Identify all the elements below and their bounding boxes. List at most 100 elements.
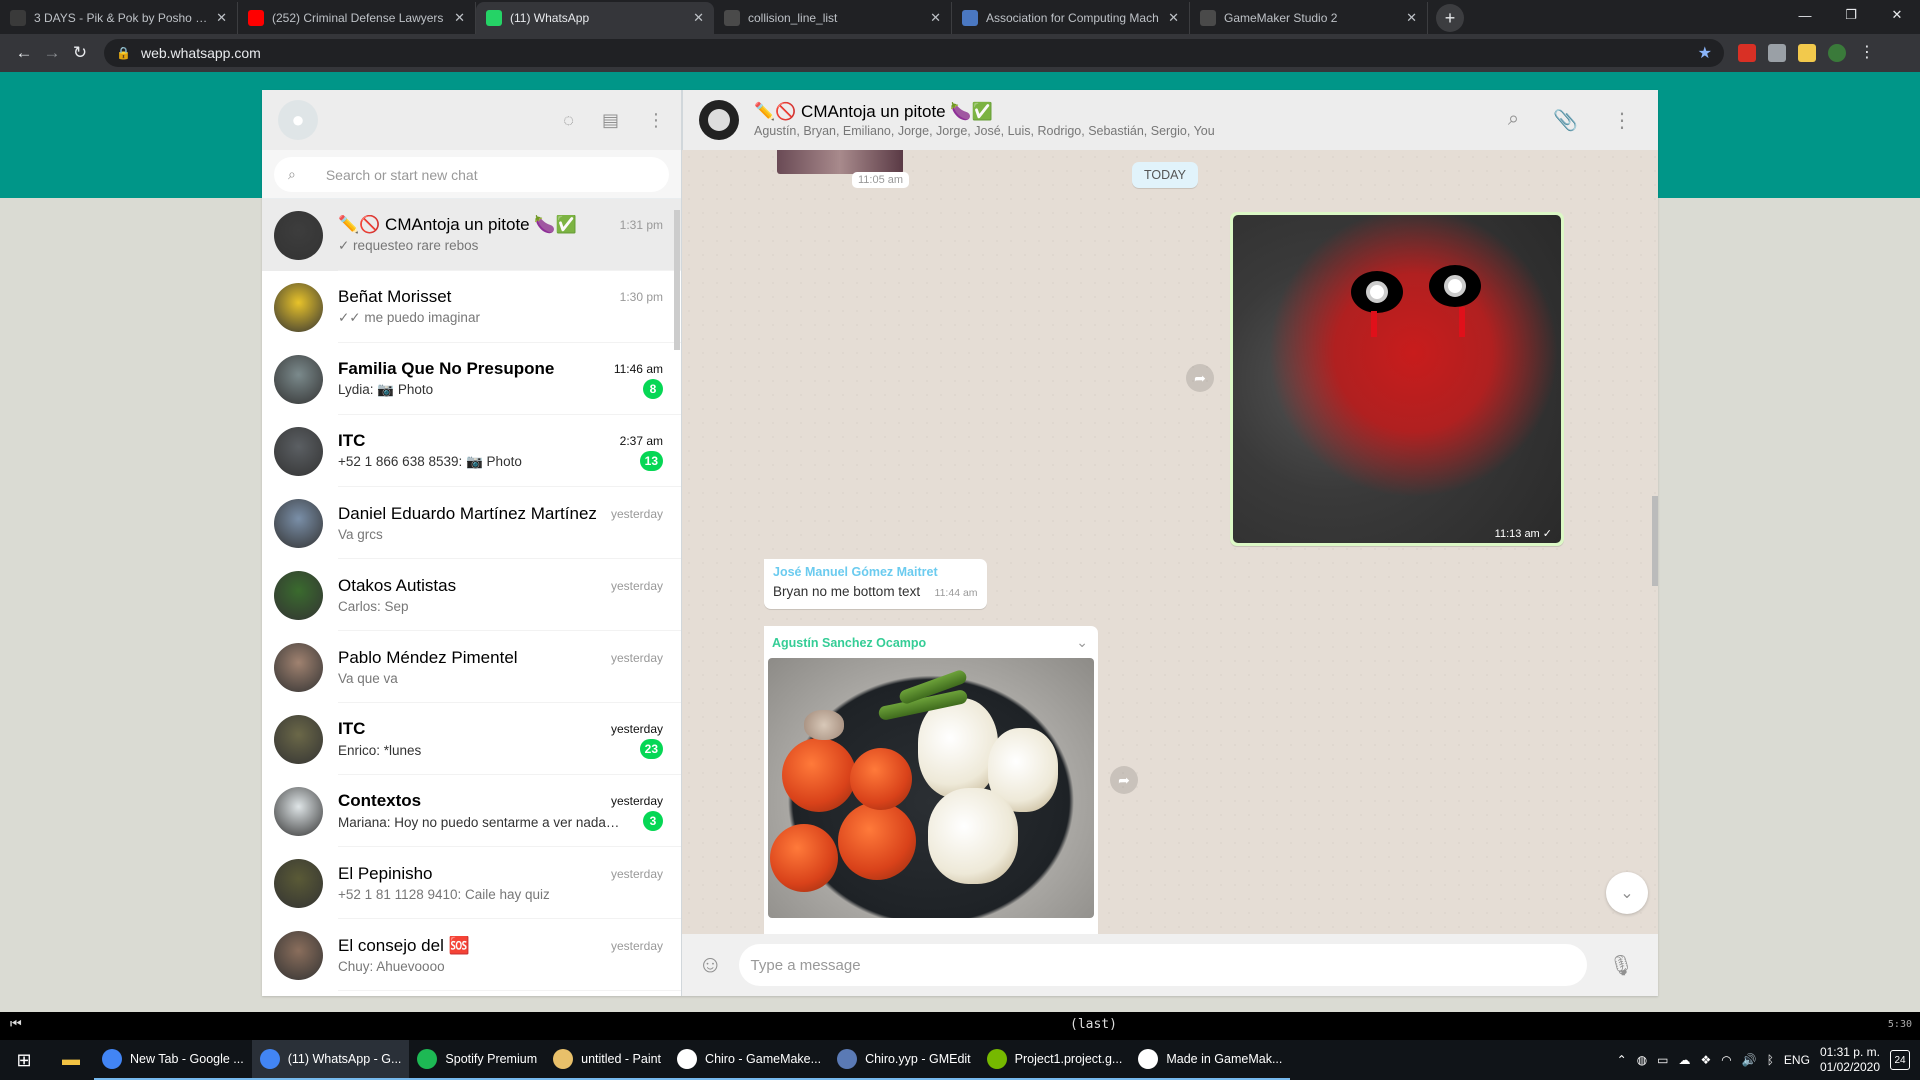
bookmark-star-icon[interactable]: ★ xyxy=(1698,43,1712,63)
my-avatar[interactable]: ● xyxy=(278,100,318,140)
chat-time: yesterday xyxy=(610,650,663,665)
tray-overflow-icon[interactable]: ⌃ xyxy=(1617,1053,1627,1067)
back-icon[interactable]: ← xyxy=(10,43,38,63)
chat-list-item[interactable]: Familia Que No Presupone 11:46 am Lydia: 📷… xyxy=(262,343,681,415)
clock[interactable]: 01:31 p. m. 01/02/2020 xyxy=(1820,1045,1880,1075)
browser-tab[interactable]: collision_line_list ✕ xyxy=(714,2,952,34)
taskbar-app-button[interactable]: Chiro - GameMake... xyxy=(669,1040,830,1080)
chat-sidebar: ● ◌ ▤ ⋮ ⌕ Search or start new chat ✏️🚫 C… xyxy=(262,90,682,996)
player-label: (last) xyxy=(1070,1017,1117,1032)
chat-item-row: El Pepinisho yesterday xyxy=(338,864,663,884)
pocket-extension-icon[interactable] xyxy=(1768,44,1786,62)
forward-icon[interactable]: ➦ xyxy=(1186,364,1214,392)
dropbox-icon[interactable]: ❖ xyxy=(1701,1053,1712,1067)
chat-list-item[interactable]: ITC 2:37 am +52 1 866 638 8539: 📷 Photo 13 xyxy=(262,415,681,487)
partial-image-message[interactable] xyxy=(777,150,903,174)
attach-icon[interactable]: 📎 xyxy=(1553,108,1578,133)
browser-menu-icon[interactable]: ⋮ xyxy=(1858,44,1876,62)
chevron-down-icon[interactable]: ⌄ xyxy=(1076,634,1088,651)
close-tab-icon[interactable]: ✕ xyxy=(1406,10,1417,26)
search-input[interactable]: ⌕ Search or start new chat xyxy=(274,157,669,192)
chat-list-item[interactable]: ITC yesterday Enrico: *lunes 23 xyxy=(262,703,681,775)
url-field[interactable]: 🔒 web.whatsapp.com ★ xyxy=(104,39,1724,67)
messages-scrollbar[interactable] xyxy=(1652,496,1658,586)
chat-avatar xyxy=(274,858,323,908)
restore-icon[interactable]: ❐ xyxy=(1828,0,1874,30)
profile-avatar-icon[interactable] xyxy=(1828,44,1846,62)
browser-tab[interactable]: Association for Computing Mach ✕ xyxy=(952,2,1190,34)
sender-name[interactable]: José Manuel Gómez Maitret xyxy=(773,565,978,579)
windows-start-icon[interactable]: ⊞ xyxy=(0,1040,48,1080)
chat-list-item[interactable]: El Pepinisho yesterday +52 1 81 1128 9410:… xyxy=(262,847,681,919)
previous-track-icon[interactable]: ⏮ xyxy=(10,1017,22,1032)
browser-tab[interactable]: 3 DAYS - Pik & Pok by Posho - G ✕ xyxy=(0,2,238,34)
chat-name: Otakos Autistas xyxy=(338,575,457,595)
close-tab-icon[interactable]: ✕ xyxy=(1168,10,1179,26)
taskbar-app-button[interactable]: Made in GameMak... xyxy=(1130,1040,1291,1080)
close-tab-icon[interactable]: ✕ xyxy=(693,10,704,26)
emoji-icon[interactable]: ☺ xyxy=(698,951,723,979)
close-window-icon[interactable]: ✕ xyxy=(1874,0,1920,30)
scroll-down-button[interactable]: ⌄ xyxy=(1606,872,1648,914)
chat-item-body: ITC 2:37 am +52 1 866 638 8539: 📷 Photo 13 xyxy=(338,415,681,487)
gmail-extension-icon[interactable] xyxy=(1738,44,1756,62)
browser-tab[interactable]: GameMaker Studio 2 ✕ xyxy=(1190,2,1428,34)
volume-icon[interactable]: 🔊 xyxy=(1742,1053,1757,1067)
message-area[interactable]: 11:05 am TODAY ➦ 11:13 am ✓ José Manuel … xyxy=(682,150,1658,934)
app-icon xyxy=(677,1049,698,1069)
reload-icon[interactable]: ↻ xyxy=(66,43,94,63)
close-tab-icon[interactable]: ✕ xyxy=(454,10,465,26)
chat-avatar xyxy=(274,570,323,620)
battery-icon[interactable]: ▭ xyxy=(1657,1053,1668,1067)
forward-icon[interactable]: ➦ xyxy=(1110,766,1138,794)
taskbar-app-button[interactable]: Spotify Premium xyxy=(409,1040,546,1080)
browser-tab-label: GameMaker Studio 2 xyxy=(1224,11,1338,25)
forward-icon[interactable]: → xyxy=(38,43,66,63)
chat-list-item[interactable]: Contextos yesterday Mariana: Hoy no puedo … xyxy=(262,775,681,847)
chat-list-item[interactable]: Beñat Morisset 1:30 pm ✓✓ me puedo imagina… xyxy=(262,271,681,343)
taskbar-app-button[interactable]: Chiro.yyp - GMEdit xyxy=(829,1040,979,1080)
conversation-titles[interactable]: ✏️🚫 CMAntoja un pitote 🍆✅ Agustín, Bryan… xyxy=(754,102,1508,138)
browser-tab[interactable]: (252) Criminal Defense Lawyers ✕ xyxy=(238,2,476,34)
browser-tab[interactable]: (11) WhatsApp ✕ xyxy=(476,2,714,34)
chat-list-item[interactable]: ✏️🚫 CMAntoja un pitote 🍆✅ 1:31 pm ✓ reques… xyxy=(262,199,681,271)
sender-name[interactable]: Agustín Sanchez Ocampo xyxy=(768,630,1094,652)
status-icon[interactable]: ◌ xyxy=(563,110,574,131)
group-avatar[interactable] xyxy=(699,100,739,140)
network-icon[interactable]: ◍ xyxy=(1637,1053,1647,1067)
chat-list-item[interactable]: El consejo del 🆘 yesterday Chuy: Ahuevoooo xyxy=(262,919,681,991)
chat-list-item[interactable]: Otakos Autistas yesterday Carlos: Sep xyxy=(262,559,681,631)
wifi-icon[interactable]: ◠ xyxy=(1721,1053,1731,1067)
taskbar-app-button[interactable]: Project1.project.g... xyxy=(978,1040,1131,1080)
outgoing-image-message[interactable]: 11:13 am ✓ xyxy=(1230,212,1564,546)
conversation-menu-icon[interactable]: ⋮ xyxy=(1612,108,1632,133)
message-input[interactable]: Type a message xyxy=(738,944,1587,986)
keep-extension-icon[interactable] xyxy=(1798,44,1816,62)
menu-icon[interactable]: ⋮ xyxy=(647,110,665,131)
unread-badge: 8 xyxy=(643,378,663,399)
close-tab-icon[interactable]: ✕ xyxy=(216,10,227,26)
chat-list-item[interactable]: Daniel Eduardo Martínez Martínez yesterda… xyxy=(262,487,681,559)
chat-name: El Pepinisho xyxy=(338,863,433,883)
microphone-icon[interactable]: 🎙 xyxy=(1609,953,1634,978)
taskbar-app-button[interactable]: (11) WhatsApp - G... xyxy=(251,1040,410,1080)
image-eye-left xyxy=(1351,271,1403,313)
incoming-text-message[interactable]: José Manuel Gómez Maitret Bryan no me bo… xyxy=(764,559,987,609)
language-indicator[interactable]: ENG xyxy=(1784,1053,1810,1067)
taskbar-app-button[interactable]: New Tab - Google ... xyxy=(94,1040,252,1080)
bluetooth-icon[interactable]: ᛒ xyxy=(1767,1053,1774,1067)
chat-list-item[interactable]: Pablo Méndez Pimentel yesterday Va que va xyxy=(262,631,681,703)
new-chat-icon[interactable]: ▤ xyxy=(602,110,619,131)
search-messages-icon[interactable]: ⌕ xyxy=(1508,108,1519,133)
minimize-icon[interactable]: — xyxy=(1782,0,1828,30)
close-tab-icon[interactable]: ✕ xyxy=(930,10,941,26)
taskbar-app-button[interactable]: untitled - Paint xyxy=(545,1040,670,1080)
incoming-image-message[interactable]: Agustín Sanchez Ocampo ⌄ xyxy=(764,626,1098,934)
chat-preview: +52 1 81 1128 9410: Caile hay quiz xyxy=(338,886,550,902)
sidebar-scrollbar[interactable] xyxy=(674,210,680,350)
new-tab-button[interactable]: + xyxy=(1436,4,1464,32)
cloud-icon[interactable]: ☁ xyxy=(1679,1053,1691,1067)
notification-center-icon[interactable]: 24 xyxy=(1890,1050,1910,1070)
chat-name: El consejo del 🆘 xyxy=(338,935,470,955)
file-explorer-button[interactable]: ▬ xyxy=(48,1040,94,1080)
